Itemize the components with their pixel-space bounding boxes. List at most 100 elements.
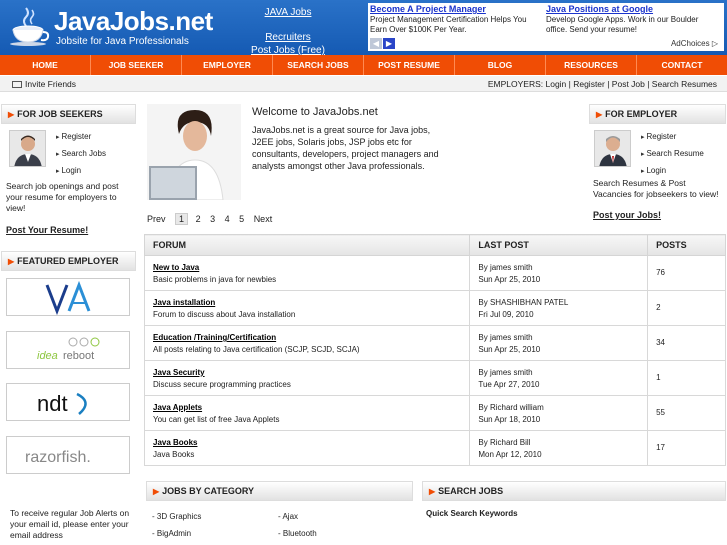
employer-links[interactable]: EMPLOYERS: Login | Register | Post Job |… [488,79,717,89]
category-label[interactable]: BigAdmin [157,529,191,538]
logo-tagline: Jobsite for Java Professionals [56,36,189,47]
seeker-login-link[interactable]: Login [56,163,106,180]
table-row: New to Java Basic problems in java for ne… [143,255,726,291]
adchoices-link[interactable]: AdChoices ▷ [671,39,718,48]
forum-desc: Forum to discuss about Java installation [153,310,296,319]
employer-register-link[interactable]: Register [641,129,704,146]
forum-link[interactable]: Java Security [153,368,205,377]
envelope-icon [12,81,22,88]
category-label[interactable]: Ajax [282,512,298,521]
site-logo[interactable]: JavaJobs.net Jobsite for Java Profession… [6,4,213,50]
table-row: Java Books Java Books By Richard Bill Mon … [143,430,726,466]
nav-employer[interactable]: EMPLOYER [182,55,273,75]
last-post-cell: By Richard william Sun Apr 18, 2010 [469,395,649,431]
ad-next-icon[interactable]: ▶ [383,38,395,49]
nav-blog[interactable]: BLOG [455,55,546,75]
header-links: JAVA Jobs Recruiters Post Jobs (Free) [238,6,338,57]
arrow-icon: ▶ [596,110,603,119]
pager-page-3[interactable]: 3 [210,214,215,224]
table-row: Java Security Discuss secure programming … [143,360,726,396]
category-label[interactable]: Bluetooth [283,529,317,538]
forum-cell: Java installation Forum to discuss about … [143,290,471,326]
last-post-date: Tue Apr 27, 2010 [478,380,540,389]
nav-contact[interactable]: CONTACT [637,55,727,75]
pager: Prev 1 2 3 4 5 Next [147,213,279,225]
forum-desc: Java Books [153,450,195,459]
category-label[interactable]: 3D Graphics [157,512,201,521]
for-employer-header: ▶ FOR EMPLOYER [589,104,726,124]
ad-nav: ◀ ▶ [370,38,396,49]
forum-cell: Java Applets You can get list of free Jav… [143,395,471,431]
nav-job-seeker[interactable]: JOB SEEKER [91,55,182,75]
for-employer-title: FOR EMPLOYER [605,109,678,119]
sub-nav: Invite Friends EMPLOYERS: Login | Regist… [0,76,727,92]
seeker-register-link[interactable]: Register [56,129,106,146]
pager-prev[interactable]: Prev [147,214,166,224]
search-jobs-title: SEARCH JOBS [438,486,504,496]
welcome-image [147,104,241,200]
nav-resources[interactable]: RESOURCES [546,55,637,75]
forum-desc: All posts relating to Java certification… [153,345,360,354]
forum-cell: Java Security Discuss secure programming … [143,360,471,396]
featured-logo-ndt[interactable]: ndt [6,383,130,421]
last-post-by: By Richard Bill [478,438,531,447]
welcome-text: JavaJobs.net is a great source for Java … [252,125,439,171]
last-post-cell: By Richard Bill Mon Apr 12, 2010 [469,430,649,466]
category-item[interactable]: - Ajax [278,512,298,521]
job-seekers-header: ▶ FOR JOB SEEKERS [1,104,136,124]
forum-link[interactable]: Java Applets [153,403,202,412]
ad-1-desc: Project Management Certification Helps Y… [370,15,527,34]
col-posts: POSTS [647,234,726,256]
featured-logo-razorfish[interactable]: razorfish. [6,436,130,474]
featured-logo-ideareboot[interactable]: idea reboot [6,331,130,369]
forum-link[interactable]: Education /Training/Certification [153,333,276,342]
arrow-icon: ▶ [8,110,15,119]
invite-friends-link[interactable]: Invite Friends [12,79,76,89]
category-item[interactable]: - BigAdmin [152,529,191,538]
employer-avatar [594,130,631,167]
category-item[interactable]: - Bluetooth [278,529,317,538]
ad-1-title[interactable]: Become A Project Manager [370,4,542,15]
forum-link[interactable]: Java installation [153,298,215,307]
last-post-cell: By james smith Sun Apr 25, 2010 [469,255,649,291]
pager-page-5[interactable]: 5 [239,214,244,224]
recruiters-link[interactable]: Recruiters [238,31,338,44]
arrow-icon: ▶ [153,487,160,496]
post-resume-link[interactable]: Post Your Resume! [6,225,88,235]
last-post-cell: By james smith Tue Apr 27, 2010 [469,360,649,396]
last-post-date: Sun Apr 25, 2010 [478,275,541,284]
pager-page-2[interactable]: 2 [196,214,201,224]
last-post-by: By Richard william [478,403,544,412]
nav-home[interactable]: HOME [0,55,91,75]
java-jobs-link[interactable]: JAVA Jobs [238,6,338,19]
ad-prev-icon[interactable]: ◀ [370,38,382,49]
pager-page-4[interactable]: 4 [225,214,230,224]
posts-count: 2 [647,290,726,326]
pager-next[interactable]: Next [254,214,273,224]
forum-link[interactable]: Java Books [153,438,197,447]
last-post-date: Mon Apr 12, 2010 [478,450,542,459]
last-post-date: Sun Apr 25, 2010 [478,345,541,354]
last-post-cell: By james smith Sun Apr 25, 2010 [469,325,649,361]
invite-label: Invite Friends [25,79,77,89]
post-jobs-cta[interactable]: Post your Jobs! [593,210,661,220]
forum-cell: New to Java Basic problems in java for ne… [143,255,471,291]
posts-count: 55 [647,395,726,431]
job-seeker-links: Register Search Jobs Login [56,129,106,180]
seeker-search-jobs-link[interactable]: Search Jobs [56,146,105,163]
featured-logo-va[interactable] [6,278,130,316]
employer-side-links: Register Search Resume Login [641,129,704,180]
forum-desc: You can get list of free Java Applets [153,415,280,424]
nav-post-resume[interactable]: POST RESUME [364,55,455,75]
nav-search-jobs[interactable]: SEARCH JOBS [273,55,364,75]
employer-search-resume-link[interactable]: Search Resume [641,146,703,163]
ad-2[interactable]: Java Positions at Google Develop Google … [546,4,718,35]
forum-table: FORUM LAST POST POSTS New to Java Basic p… [143,234,726,466]
forum-link[interactable]: New to Java [153,263,199,272]
job-alerts-text: To receive regular Job Alerts on your em… [10,508,130,540]
ad-2-title[interactable]: Java Positions at Google [546,4,718,15]
pager-page-1[interactable]: 1 [175,213,189,225]
jobs-by-category-header: ▶ JOBS BY CATEGORY [146,481,413,501]
category-item[interactable]: - 3D Graphics [152,512,201,521]
ad-1[interactable]: Become A Project Manager Project Managem… [370,4,542,35]
